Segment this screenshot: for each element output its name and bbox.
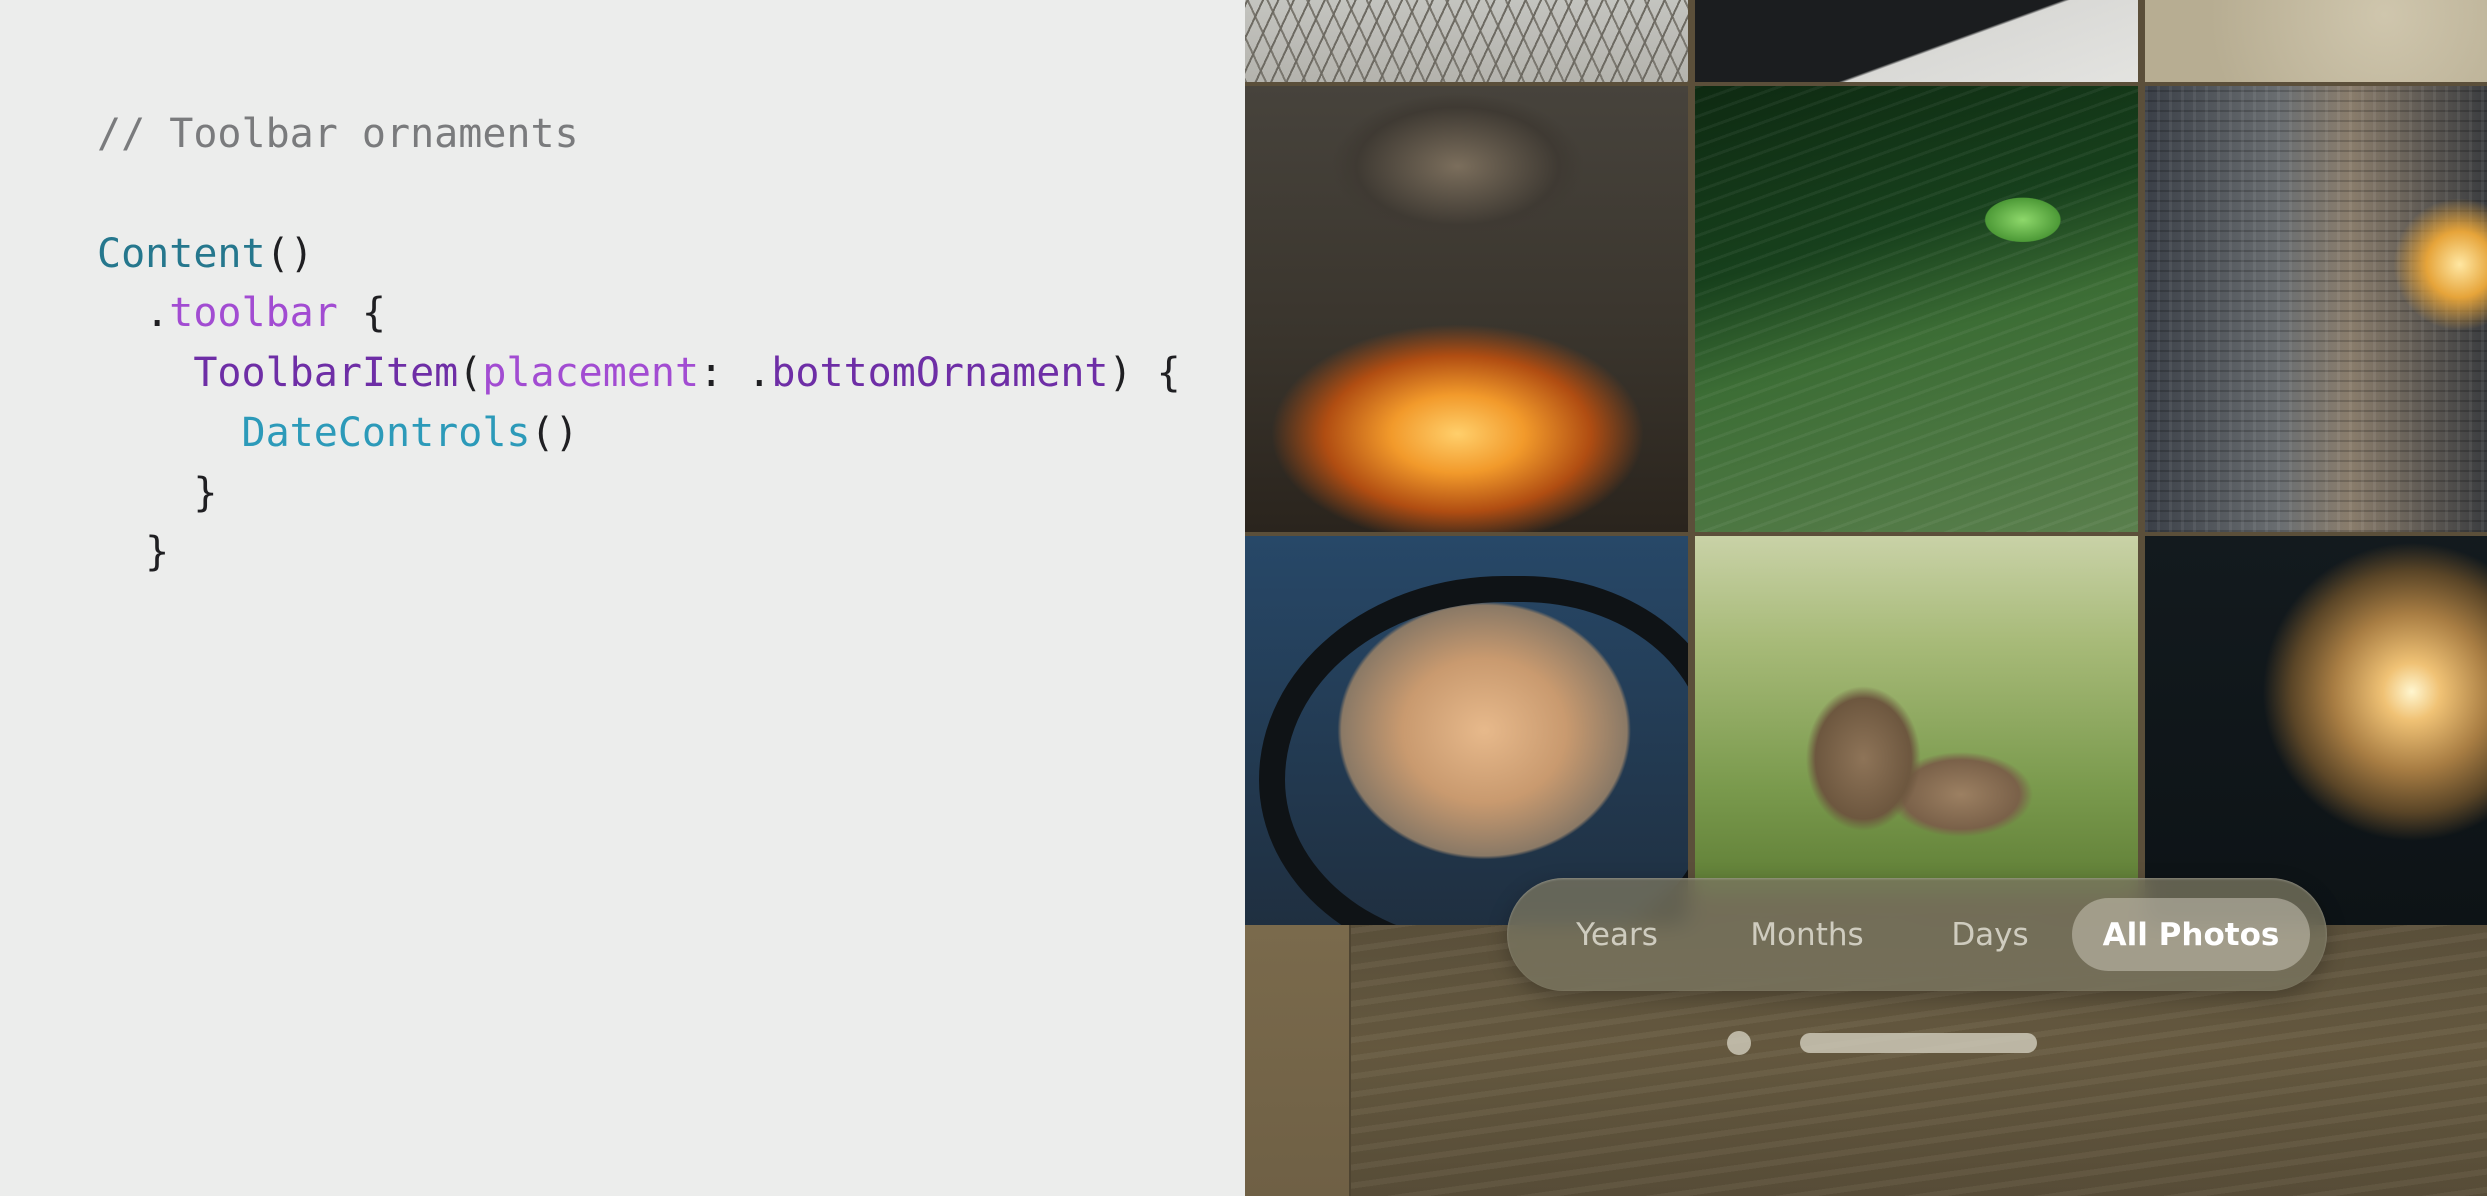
code-line-5: DateControls() xyxy=(97,403,579,463)
segment-all-photos[interactable]: All Photos xyxy=(2072,898,2310,971)
photo-tile[interactable] xyxy=(1245,536,1688,925)
code-token: DateControls xyxy=(241,410,531,456)
photo-tile[interactable] xyxy=(1695,86,2138,532)
code-token: bottomOrnament xyxy=(771,350,1109,396)
window-close-handle[interactable] xyxy=(1727,1031,1751,1055)
code-line-3: .toolbar { xyxy=(97,283,386,343)
code-line-1: // Toolbar ornaments xyxy=(97,104,579,164)
photos-window xyxy=(1245,0,2487,1196)
photo-tile[interactable] xyxy=(2145,536,2487,925)
code-token: ) { xyxy=(1108,350,1181,396)
photo-tile[interactable] xyxy=(1695,536,2138,895)
segment-months[interactable]: Months xyxy=(1707,898,1907,971)
segment-days[interactable]: Days xyxy=(1915,898,2065,971)
code-token: () xyxy=(265,231,314,277)
code-token: toolbar xyxy=(169,290,338,336)
code-token: placement xyxy=(482,350,700,396)
segment-years[interactable]: Years xyxy=(1537,898,1697,971)
code-line-7: } xyxy=(97,522,169,582)
code-line-4: ToolbarItem(placement: .bottomOrnament) … xyxy=(97,343,1181,403)
code-line-2: Content() xyxy=(97,224,314,284)
code-token: // Toolbar ornaments xyxy=(97,111,579,157)
code-line-6: } xyxy=(97,463,217,523)
code-token: Content xyxy=(97,231,266,277)
photo-tile[interactable] xyxy=(2145,86,2487,532)
code-panel: // Toolbar ornaments Content() .toolbar … xyxy=(0,0,1245,1196)
code-token: } xyxy=(97,470,218,516)
code-token: } xyxy=(97,529,170,575)
window-grab-bar[interactable] xyxy=(1800,1033,2037,1053)
photo-tile[interactable] xyxy=(1245,0,1688,82)
photo-tile[interactable] xyxy=(2145,0,2487,82)
code-token: ToolbarItem xyxy=(193,350,459,396)
code-token: : . xyxy=(699,350,772,396)
photo-tile[interactable] xyxy=(1695,0,2138,82)
code-token: . xyxy=(97,290,170,336)
code-token: ( xyxy=(458,350,483,396)
room-panel xyxy=(1245,925,1351,1196)
code-token: () xyxy=(530,410,579,456)
date-controls-ornament: Years Months Days All Photos xyxy=(1507,878,2327,991)
photo-tile[interactable] xyxy=(1245,86,1688,532)
photo-grid xyxy=(1245,0,2487,925)
code-token: { xyxy=(337,290,386,336)
